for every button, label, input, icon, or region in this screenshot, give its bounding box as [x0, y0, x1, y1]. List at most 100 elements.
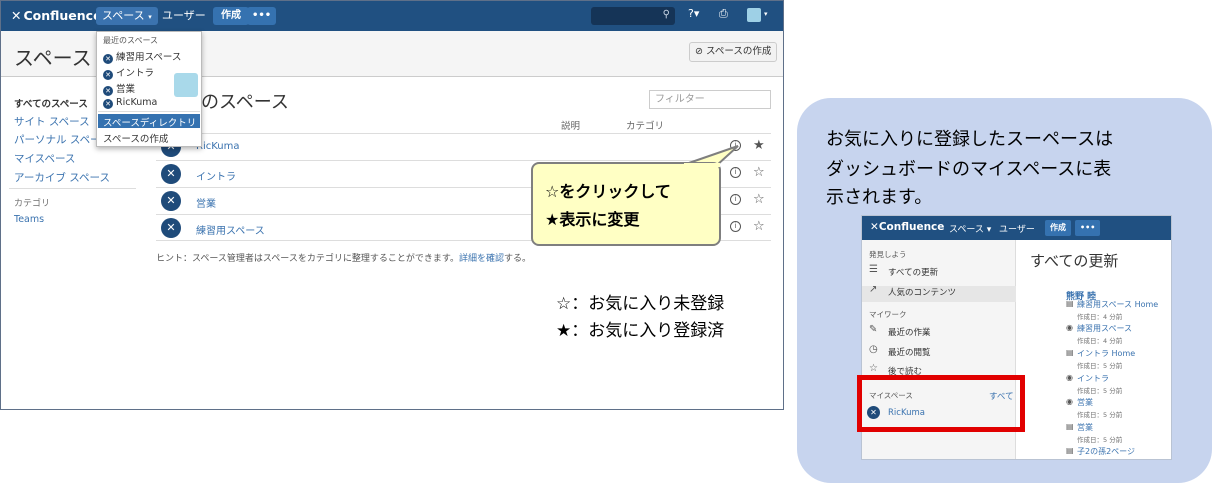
space-name-link[interactable]: 営業 [196, 195, 216, 210]
dropdown-item[interactable]: ✕ イントラ [103, 65, 154, 80]
dropdown-item[interactable]: ✕ 営業 [103, 81, 135, 96]
mini-more-button[interactable]: ••• [1075, 220, 1101, 236]
space-name-link[interactable]: RicKuma [196, 141, 240, 152]
page-icon: ▤ [1066, 348, 1074, 357]
confluence-logo-icon: ✕ [11, 8, 22, 23]
feed-item[interactable]: イントラ [1077, 373, 1109, 384]
avatar-chevron-icon: ▾ [764, 10, 768, 18]
mini-my-work-heading: マイワーク [869, 310, 907, 319]
star-icon[interactable]: ★ [753, 138, 765, 153]
search-icon: ⚲ [662, 9, 670, 20]
sidebar-category-heading: カテゴリ [14, 199, 51, 209]
feed-item[interactable]: イントラ Home [1077, 348, 1135, 359]
filter-input[interactable]: フィルター [649, 90, 771, 109]
space-outline-icon: ◉ [1066, 397, 1073, 406]
page-icon: ▤ [1066, 299, 1074, 308]
clock-icon: ◷ [869, 344, 878, 355]
create-space-item[interactable]: スペースの作成 [103, 131, 168, 145]
space-outline-icon: ◉ [1066, 323, 1073, 332]
hint-text: ヒント：スペース管理者はスペースをカテゴリに整理することができます。詳細を確認す… [156, 254, 531, 264]
feed-item-time: 作成日：5 分前 [1077, 362, 1123, 370]
sidebar-item-site-spaces[interactable]: サイト スペース [14, 114, 90, 129]
mini-all-updates[interactable]: すべての更新 [888, 266, 938, 278]
info-icon[interactable]: i [730, 194, 741, 205]
spaces-heading: のスペース [201, 92, 289, 113]
space-icon: ✕ [103, 99, 113, 109]
space-outline-icon: ◉ [1066, 373, 1073, 382]
explanation-line-1: お気に入りに登録したスーペースは [826, 129, 1114, 150]
space-icon: ⊘ [695, 46, 703, 57]
create-button[interactable]: 作成 [213, 7, 249, 25]
dropdown-divider [98, 111, 200, 112]
dropdown-item[interactable]: ✕ 練習用スペース [103, 49, 181, 64]
help-icon[interactable]: ?▾ [688, 7, 699, 20]
legend-unregistered: ☆：お気に入り未登録 [556, 294, 725, 314]
column-header-description: 説明 [561, 121, 581, 132]
space-avatar[interactable]: ✕ [161, 164, 181, 184]
sidebar-item-my-spaces[interactable]: マイスペース [14, 151, 75, 166]
mini-top-navigation: ✕Confluence スペース ▾ ユーザー 作成 ••• [862, 216, 1171, 240]
info-icon[interactable]: i [730, 221, 741, 232]
create-space-button[interactable]: ⊘ スペースの作成 [689, 42, 777, 62]
space-icon: ✕ [103, 70, 113, 80]
my-spaces-highlight [857, 375, 1025, 432]
dropdown-item[interactable]: ✕ RicKuma [103, 97, 157, 109]
user-avatar[interactable] [174, 73, 198, 97]
page-icon: ▤ [1066, 422, 1074, 431]
space-name-link[interactable]: 練習用スペース [196, 222, 265, 237]
feed-item[interactable]: 子2の孫2ページ [1077, 446, 1135, 457]
avatar[interactable] [747, 8, 761, 22]
learn-more-link[interactable]: 詳細を確認 [459, 254, 504, 264]
mini-confluence-logo: ✕Confluence [870, 221, 945, 233]
mini-create-button[interactable]: 作成 [1045, 220, 1071, 236]
star-icon[interactable]: ☆ [753, 192, 765, 207]
chevron-down-icon: ▾ [148, 13, 152, 21]
mini-page-title: すべての更新 [1030, 252, 1119, 270]
spaces-menu[interactable]: スペース ▾ [96, 7, 158, 25]
feed-item-time: 作成日：5 分前 [1077, 387, 1123, 395]
feed-item-time: 作成日：4 分前 [1077, 313, 1123, 321]
dropdown-heading: 最近のスペース [103, 36, 159, 45]
star-icon[interactable]: ☆ [753, 165, 765, 180]
mini-people-menu[interactable]: ユーザー [999, 222, 1035, 235]
star-icon[interactable]: ☆ [753, 219, 765, 234]
star-icon: ☆ [869, 363, 878, 374]
space-icon: ✕ [103, 86, 113, 96]
feed-item[interactable]: 練習用スペース Home [1077, 299, 1158, 310]
sidebar-item-archived-spaces[interactable]: アーカイブ スペース [14, 170, 110, 185]
explanation-line-2: ダッシュボードのマイスペースに表 [826, 159, 1112, 180]
callout-line-1: ☆をクリックして [545, 182, 671, 201]
callout-box: ☆をクリックして ★表示に変更 [531, 162, 721, 246]
space-name-link[interactable]: イントラ [196, 168, 236, 183]
more-button[interactable]: ••• [247, 7, 277, 25]
mini-spaces-menu[interactable]: スペース ▾ [949, 222, 991, 235]
search-input[interactable]: ⚲ [591, 7, 675, 25]
feed-item-time: 作成日：4 分前 [1077, 337, 1123, 345]
space-icon: ✕ [103, 54, 113, 64]
sidebar-category-teams[interactable]: Teams [14, 214, 44, 225]
page-icon: ▤ [1066, 446, 1074, 455]
mini-recently-viewed[interactable]: 最近の閲覧 [888, 346, 931, 358]
sidebar-divider [9, 188, 136, 189]
feed-item[interactable]: 練習用スペース [1077, 323, 1132, 334]
space-avatar[interactable]: ✕ [161, 218, 181, 238]
top-navigation-bar: ✕ Confluence スペース ▾ ユーザー 作成 ••• ⚲ ?▾ ⎙ ▾ [1, 1, 783, 31]
edit-icon: ✎ [869, 324, 878, 335]
space-avatar[interactable]: ✕ [161, 191, 181, 211]
legend-registered: ★：お気に入り登録済 [556, 321, 725, 341]
confluence-logo[interactable]: ✕ Confluence [11, 8, 102, 23]
feed-item-time: 作成日：5 分前 [1077, 411, 1123, 419]
sidebar-item-all-spaces[interactable]: すべてのスペース [14, 96, 88, 110]
feed-item-time: 作成日：5 分前 [1077, 436, 1123, 444]
feed-item[interactable]: 営業 [1077, 397, 1093, 408]
space-directory-item[interactable]: スペースディレクトリ [98, 114, 200, 129]
feed-item[interactable]: 営業 [1077, 422, 1093, 433]
column-header-category: カテゴリ [626, 121, 665, 132]
trend-icon: ↗ [869, 284, 878, 295]
mini-recent-work[interactable]: 最近の作業 [888, 326, 931, 338]
notifications-icon[interactable]: ⎙ [719, 7, 728, 21]
callout-line-2: ★表示に変更 [545, 210, 640, 229]
mini-popular[interactable]: 人気のコンテンツ [888, 286, 956, 298]
confluence-screenshot: ✕ Confluence スペース ▾ ユーザー 作成 ••• ⚲ ?▾ ⎙ ▾ … [0, 0, 784, 410]
people-menu[interactable]: ユーザー [156, 7, 212, 25]
